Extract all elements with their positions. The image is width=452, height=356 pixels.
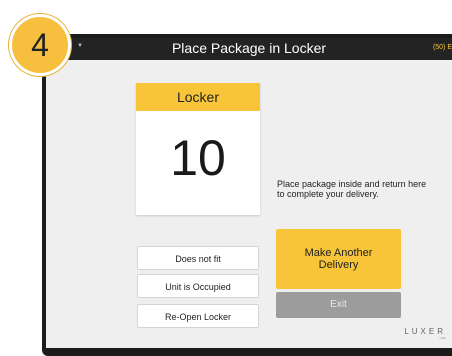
page-title: Place Package in Locker xyxy=(171,40,327,56)
brand-tagline: ONE xyxy=(439,336,446,340)
top-bar: ▼ Place Package in Locker (50) E xyxy=(46,38,452,60)
locker-number: 10 xyxy=(170,130,226,186)
locker-label: Locker xyxy=(136,83,260,111)
main-content: Locker 10 Place package inside and retur… xyxy=(46,60,452,348)
exit-button[interactable]: Exit xyxy=(276,292,401,318)
make-another-delivery-label: Make Another Delivery xyxy=(304,247,373,271)
status-indicator: (50) E xyxy=(432,44,452,51)
locker-card: Locker 10 xyxy=(136,83,260,215)
make-another-delivery-button[interactable]: Make Another Delivery xyxy=(276,229,401,289)
step-number-badge: 4 xyxy=(9,14,71,76)
reopen-locker-button[interactable]: Re-Open Locker xyxy=(137,304,259,328)
does-not-fit-button[interactable]: Does not fit xyxy=(137,246,259,270)
kiosk-screen: ▼ Place Package in Locker (50) E Locker … xyxy=(46,38,452,348)
instructions-text: Place package inside and return here to … xyxy=(277,179,427,199)
brand-name: LUXER xyxy=(404,327,446,336)
unit-occupied-button[interactable]: Unit is Occupied xyxy=(137,274,259,298)
brand-logo: LUXER ONE xyxy=(404,327,446,340)
